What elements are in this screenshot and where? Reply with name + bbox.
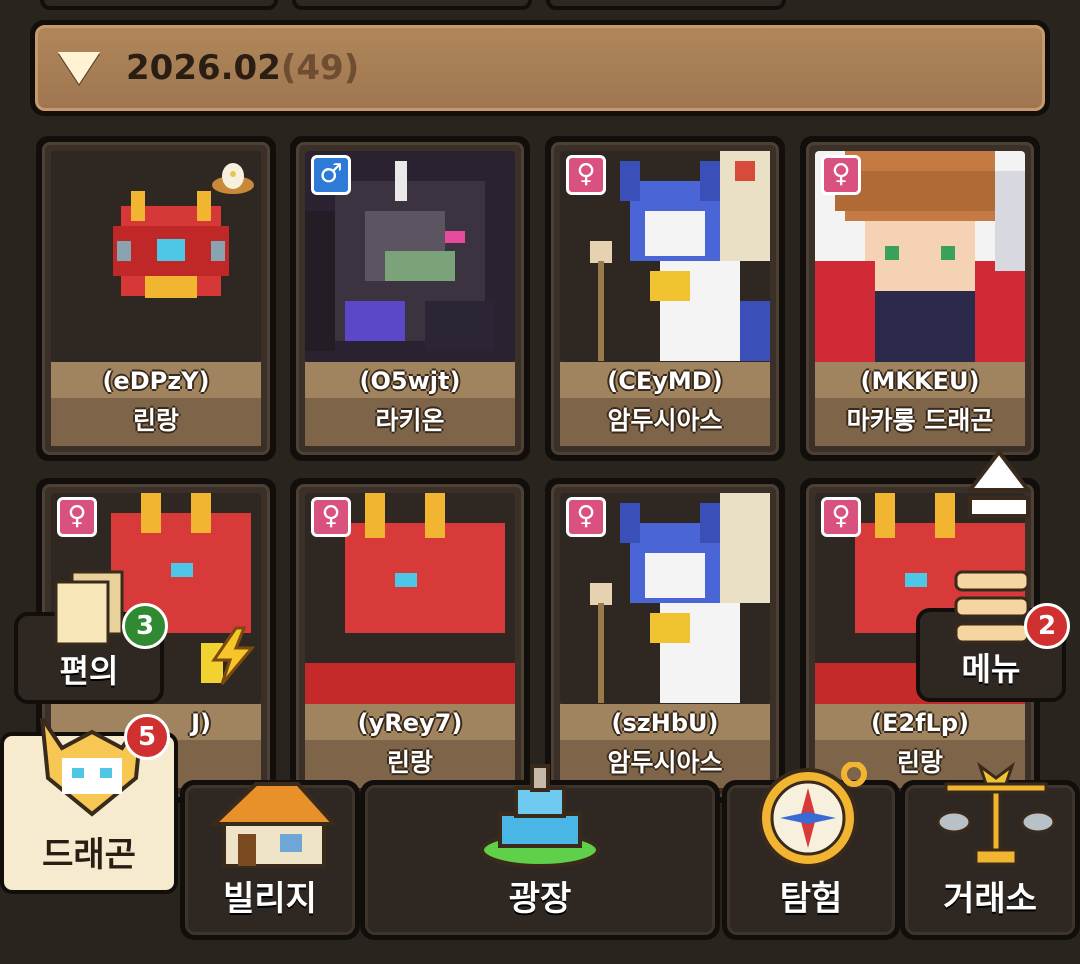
dragon-code: (O5wjt)	[305, 362, 515, 398]
dragon-name: 암두시아스	[560, 398, 770, 446]
dragon-name: 라키온	[305, 398, 515, 446]
dragon-badge: 5	[124, 714, 170, 760]
dragon-card[interactable]: (eDPzY) 린랑	[36, 136, 276, 461]
plaza-fountain-icon	[480, 764, 600, 868]
dragon-card[interactable]: ♀ (szHbU) 암두시아스	[545, 478, 785, 803]
nav-exchange[interactable]: 거래소	[900, 762, 1080, 940]
nav-village[interactable]: 빌리지	[180, 780, 360, 940]
dragon-code: (yRey7)	[305, 704, 515, 740]
previous-row-stub	[292, 0, 532, 10]
dragon-name: 린랑	[51, 398, 261, 446]
scroll-top-button[interactable]	[964, 446, 1034, 522]
dragon-card[interactable]: ♀ (MKKEU) 마카롱 드래곤	[800, 136, 1040, 461]
lightning-icon	[211, 626, 256, 685]
dragon-card[interactable]: ♂ (O5wjt) 라키온	[290, 136, 530, 461]
female-icon: ♀	[566, 497, 606, 537]
female-icon: ♀	[57, 497, 97, 537]
nav-explore[interactable]: 탐험	[722, 762, 900, 940]
previous-row-stub	[546, 0, 786, 10]
village-house-icon	[209, 782, 338, 868]
convenience-label: 편의	[59, 652, 119, 690]
scales-icon	[936, 762, 1056, 866]
nav-plaza[interactable]: 광장	[360, 764, 720, 940]
female-icon: ♀	[821, 155, 861, 195]
paper-stack-icon	[54, 570, 124, 646]
month-group-header[interactable]: 2026.02 (49)	[30, 20, 1050, 116]
nav-dragon-label: 드래곤	[42, 835, 136, 875]
dragon-card[interactable]: ♀ (CEyMD) 암두시아스	[545, 136, 785, 461]
collapse-triangle-icon[interactable]	[58, 52, 100, 84]
dragon-code: (CEyMD)	[560, 362, 770, 398]
female-icon: ♀	[821, 497, 861, 537]
nest-egg-icon	[212, 163, 254, 194]
female-icon: ♀	[566, 155, 606, 195]
male-icon: ♂	[311, 155, 351, 195]
compass-icon	[758, 762, 867, 868]
menu-badge: 2	[1024, 603, 1070, 649]
dragon-code: (MKKEU)	[815, 362, 1025, 398]
month-label: 2026.02	[126, 48, 281, 88]
nav-exchange-label: 거래소	[943, 879, 1037, 919]
previous-row-stub	[40, 0, 278, 10]
eject-up-icon	[965, 448, 1033, 518]
dragon-code: (E2fLp)	[815, 704, 1025, 740]
dragon-code: (eDPzY)	[51, 362, 261, 398]
dragon-card[interactable]: ♀ (yRey7) 린랑	[290, 478, 530, 803]
hamburger-menu-icon	[954, 570, 1030, 644]
dragon-code: (szHbU)	[560, 704, 770, 740]
nav-explore-label: 탐험	[779, 879, 843, 919]
convenience-badge: 3	[122, 603, 168, 649]
female-icon: ♀	[311, 497, 351, 537]
nav-village-label: 빌리지	[223, 879, 317, 919]
month-count: (49)	[280, 48, 360, 88]
nav-plaza-label: 광장	[508, 879, 572, 919]
dragon-name: 마카롱 드래곤	[815, 398, 1025, 446]
menu-label: 메뉴	[961, 650, 1021, 688]
